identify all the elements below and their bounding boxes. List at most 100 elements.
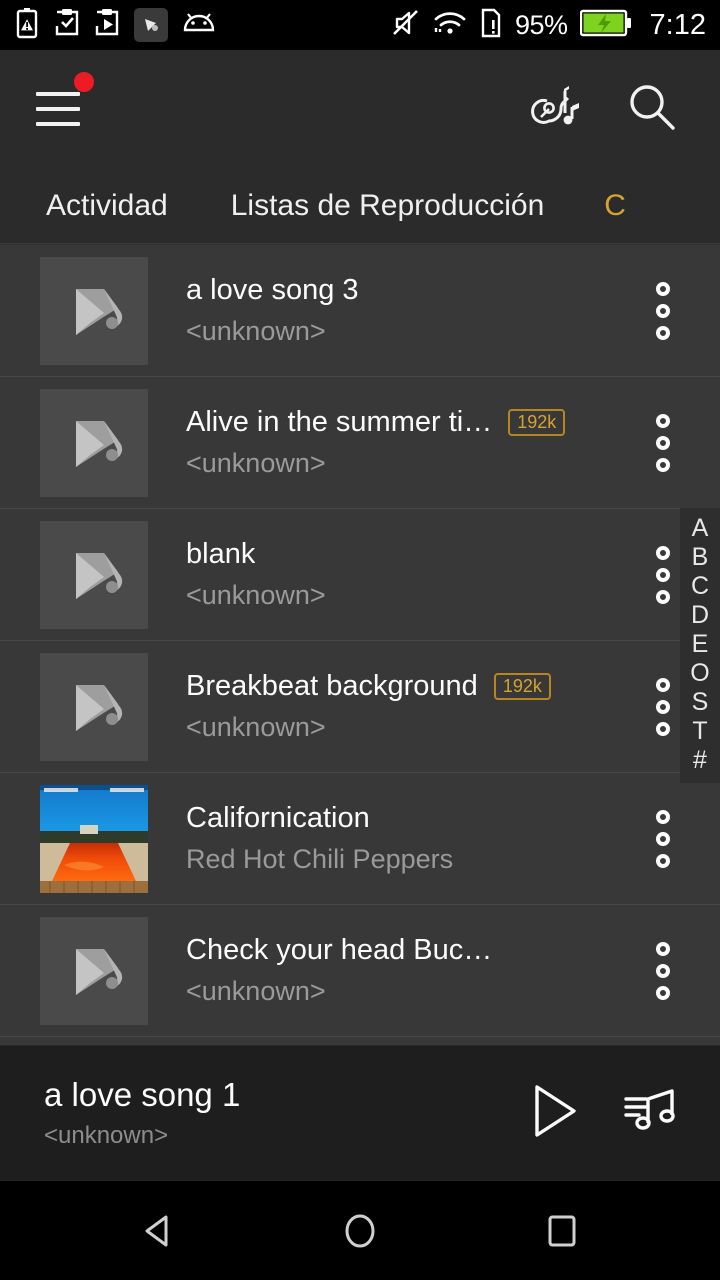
album-art-californication [40,784,148,893]
album-art-default [40,520,148,629]
song-title-line: Check your head Buc… [186,934,628,967]
bitrate-badge: 192k [508,409,566,436]
song-artist: <unknown> [186,448,326,478]
back-triangle-icon[interactable] [122,1195,194,1267]
song-list-item[interactable]: a love song 3 <unknown> [0,245,720,377]
song-list-item[interactable]: Californication Red Hot Chili Peppers [0,773,720,905]
overflow-dot-1 [656,677,670,692]
wifi-icon [433,10,467,41]
album-art-default [40,256,148,365]
play-icon[interactable] [528,1082,580,1145]
song-title: blank [186,538,256,570]
android-icon [182,12,216,39]
song-artist: <unknown> [186,976,326,1006]
more-vertical-icon[interactable] [628,281,698,340]
album-art-default [40,652,148,761]
song-title-line: Californication [186,802,628,835]
app-bar-actions [524,79,680,140]
clipboard-play-icon [94,8,120,43]
overflow-dot-2 [656,435,670,450]
app-badge-icon [134,8,168,42]
song-text-block: Alive in the summer ti… 192k <unknown> [186,406,628,479]
song-list-item[interactable]: blank <unknown> [0,509,720,641]
app-bar [0,50,720,168]
notification-dot [74,72,94,92]
status-bar: 95% 7:12 [0,0,720,50]
alpha-letter-s[interactable]: S [692,688,709,717]
alpha-letter-o[interactable]: O [690,659,709,688]
alpha-letter-e[interactable]: E [692,630,709,659]
now-playing-bar[interactable]: a love song 1 <unknown> [0,1045,720,1180]
song-title: Alive in the summer ti… [186,406,493,438]
song-text-block: blank <unknown> [186,538,628,611]
mute-icon [391,8,421,43]
overflow-dot-3 [656,985,670,1000]
song-list-item[interactable]: Breakbeat background 192k <unknown> [0,641,720,773]
guitar-music-icon[interactable] [524,79,582,140]
overflow-dot-1 [656,809,670,824]
overflow-dot-2 [656,699,670,714]
now-playing-artist: <unknown> [44,1122,169,1149]
alpha-letter-c[interactable]: C [691,572,709,601]
album-art-default [40,388,148,497]
tab-listas-de-reproduccion[interactable]: Listas de Reproducción [231,189,545,223]
clipboard-check-icon [54,8,80,43]
overflow-dot-1 [656,941,670,956]
status-bar-left-icons [14,7,216,44]
recents-square-icon[interactable] [526,1195,598,1267]
more-vertical-icon[interactable] [628,941,698,1000]
overflow-dot-2 [656,303,670,318]
song-artist: <unknown> [186,580,326,610]
alpha-letter-d[interactable]: D [691,601,709,630]
more-vertical-icon[interactable] [628,413,698,472]
song-artist: <unknown> [186,712,326,742]
overflow-dot-1 [656,413,670,428]
overflow-dot-3 [656,325,670,340]
now-playing-actions [528,1082,678,1145]
song-list-item[interactable]: Alive in the summer ti… 192k <unknown> [0,377,720,509]
song-text-block: Check your head Buc… <unknown> [186,934,628,1007]
song-text-block: a love song 3 <unknown> [186,274,628,347]
overflow-dot-1 [656,545,670,560]
album-art-default [40,916,148,1025]
menu-bar-3 [36,122,80,126]
queue-music-icon[interactable] [622,1085,678,1142]
search-icon[interactable] [624,79,680,140]
battery-percent-label: 95% [515,9,568,40]
song-artist: Red Hot Chili Peppers [186,844,454,874]
song-title-line: Alive in the summer ti… 192k [186,406,628,439]
song-text-block: Californication Red Hot Chili Peppers [186,802,628,875]
song-text-block: Breakbeat background 192k <unknown> [186,670,628,743]
alpha-letter-hash[interactable]: # [693,746,707,775]
hamburger-menu-icon[interactable] [36,72,94,136]
alphabet-scroll-index[interactable]: A B C D E O S T # [680,508,720,783]
home-circle-icon[interactable] [324,1195,396,1267]
alpha-letter-b[interactable]: B [692,543,709,572]
overflow-dot-2 [656,567,670,582]
more-vertical-icon[interactable] [628,809,698,868]
clock-label: 7:12 [649,8,706,41]
overflow-dot-3 [656,589,670,604]
tab-actividad[interactable]: Actividad [46,189,168,223]
now-playing-text-block: a love song 1 <unknown> [44,1076,528,1150]
song-list[interactable]: a love song 3 <unknown> Alive in the sum… [0,245,720,1045]
song-list-item[interactable]: Check your head Buc… <unknown> [0,905,720,1037]
overflow-dot-2 [656,831,670,846]
song-title: Check your head Buc… [186,934,493,966]
menu-bar-1 [36,92,80,96]
song-title-line: a love song 3 [186,274,628,307]
sim-alert-icon [479,8,503,43]
phone-screen: 95% 7:12 Actividad Listas de Reproducció… [0,0,720,1280]
overflow-dot-2 [656,963,670,978]
alpha-letter-a[interactable]: A [692,514,709,543]
battery-charging-icon [579,9,632,42]
song-title: Californication [186,802,370,834]
bitrate-badge: 192k [493,673,551,700]
overflow-dot-3 [656,853,670,868]
tab-bar: Actividad Listas de Reproducción C [0,168,720,244]
status-bar-right-icons: 95% 7:12 [391,8,706,43]
song-title: a love song 3 [186,274,359,306]
alpha-letter-t[interactable]: T [692,717,707,746]
tab-partial-canciones[interactable]: C [604,189,626,223]
overflow-dot-3 [656,721,670,736]
